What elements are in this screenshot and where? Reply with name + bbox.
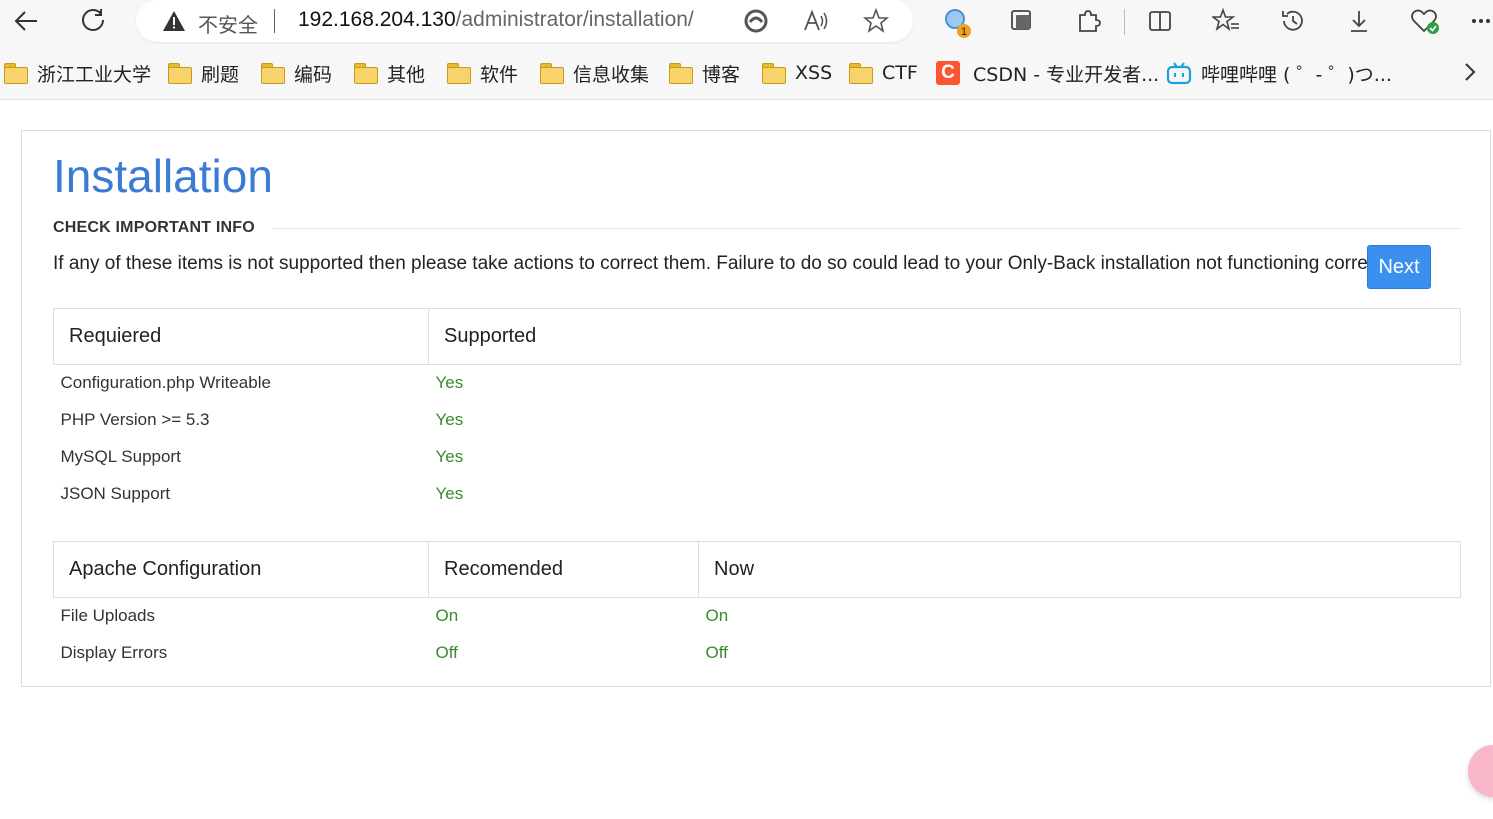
url-path: /administrator/installation/	[455, 8, 694, 31]
table-row: JSON Support Yes	[54, 476, 1461, 513]
warning-icon	[162, 10, 186, 37]
requirement-status: Yes	[435, 447, 464, 466]
folder-icon	[168, 63, 192, 84]
setting-name: File Uploads	[60, 606, 156, 626]
browser-essentials-icon[interactable]	[1407, 3, 1443, 39]
requirement-name: JSON Support	[60, 484, 171, 503]
bookmark-label: 博客	[702, 63, 741, 86]
csdn-icon: C	[936, 61, 960, 85]
recommended-value: On	[435, 606, 459, 626]
requirement-name: Configuration.php Writeable	[60, 373, 271, 393]
folder-icon	[354, 63, 378, 84]
folder-icon	[261, 63, 285, 84]
folder-icon	[762, 63, 786, 84]
url-host: 192.168.204.130	[298, 8, 456, 31]
bookmarks-bar: 浙江工业大学 刷题 编码 其他 软件 信息收集 博客 XSS CTF C CSD…	[0, 44, 1493, 100]
bookmark-item[interactable]: CTF	[849, 61, 918, 85]
table-row: File Uploads On On	[54, 598, 1461, 635]
bookmark-label: 编码	[294, 63, 333, 86]
url-text[interactable]: 192.168.204.130/administrator/installati…	[298, 8, 694, 32]
edge-icon[interactable]	[741, 6, 771, 36]
favorites-icon[interactable]	[1208, 3, 1244, 39]
read-aloud-icon[interactable]	[801, 6, 831, 36]
column-header: Recomended	[428, 541, 699, 598]
bookmark-label: 软件	[480, 63, 519, 86]
column-header: Now	[698, 541, 1461, 598]
table-row: Display Errors Off Off	[54, 635, 1461, 672]
table-row: PHP Version >= 5.3 Yes	[54, 402, 1461, 439]
bookmark-item[interactable]: 信息收集	[540, 61, 650, 86]
address-bar[interactable]: 不安全 192.168.204.130/administrator/instal…	[136, 0, 913, 42]
page-title: Installation	[53, 150, 273, 202]
next-button[interactable]: Next	[1367, 245, 1431, 289]
insecure-label[interactable]: 不安全	[198, 9, 258, 38]
floating-assistant-icon[interactable]	[1468, 745, 1493, 797]
more-menu-icon[interactable]	[1468, 3, 1493, 39]
section-divider	[272, 228, 1460, 229]
collections-icon[interactable]	[1004, 3, 1040, 39]
section-heading: CHECK IMPORTANT INFO	[53, 219, 255, 236]
folder-icon	[849, 63, 873, 84]
table-row: Configuration.php Writeable Yes	[54, 365, 1461, 402]
column-header: Supported	[428, 308, 1461, 365]
bilibili-icon	[1166, 61, 1192, 85]
extension-search-icon[interactable]: 1	[939, 3, 975, 39]
table-header-row: Apache Configuration Recomended Now	[53, 541, 1461, 598]
folder-icon	[447, 63, 471, 84]
setting-name: Display Errors	[60, 643, 168, 662]
bookmark-label: 浙江工业大学	[37, 63, 152, 86]
bookmark-label: 信息收集	[573, 63, 650, 86]
folder-icon	[669, 63, 693, 84]
bookmark-label: CSDN - 专业开发者...	[973, 63, 1160, 86]
bookmark-label: 其他	[387, 63, 426, 86]
recommended-value: Off	[435, 643, 458, 662]
bookmark-item[interactable]: 博客	[669, 61, 741, 86]
bookmark-label: CTF	[882, 62, 918, 84]
column-header: Requiered	[53, 308, 429, 365]
browser-toolbar: 不安全 192.168.204.130/administrator/instal…	[0, 0, 1493, 44]
apache-config-table: Apache Configuration Recomended Now File…	[53, 541, 1461, 672]
requirement-name: MySQL Support	[60, 447, 181, 466]
table-row: MySQL Support Yes	[54, 439, 1461, 476]
extensions-puzzle-icon[interactable]	[1070, 3, 1106, 39]
bookmark-label: 刷题	[201, 63, 240, 86]
favorite-star-icon[interactable]	[861, 6, 891, 36]
refresh-icon[interactable]	[75, 2, 111, 38]
current-value: On	[705, 606, 729, 626]
bookmark-item-bilibili[interactable]: 哔哩哔哩 ( ゜- ゜)つ...	[1166, 61, 1392, 86]
bookmark-item[interactable]: 编码	[261, 61, 333, 86]
address-divider	[274, 9, 275, 33]
folder-icon	[4, 63, 28, 84]
requirement-name: PHP Version >= 5.3	[60, 410, 210, 429]
bookmark-item[interactable]: 软件	[447, 61, 519, 86]
bookmark-item-csdn[interactable]: C CSDN - 专业开发者...	[936, 61, 1160, 86]
installation-panel: Installation CHECK IMPORTANT INFO If any…	[21, 130, 1491, 687]
bookmark-item[interactable]: XSS	[762, 61, 832, 85]
history-icon[interactable]	[1275, 3, 1311, 39]
table-header-row: Requiered Supported	[53, 308, 1461, 365]
current-value: Off	[705, 643, 728, 662]
info-text: If any of these items is not supported t…	[53, 253, 1373, 274]
requirement-status: Yes	[435, 484, 464, 503]
toolbar-divider	[1124, 9, 1125, 35]
back-arrow-icon[interactable]	[8, 3, 44, 39]
requirement-status: Yes	[435, 373, 464, 393]
bookmark-item[interactable]: 其他	[354, 61, 426, 86]
requirements-table: Requiered Supported Configuration.php Wr…	[53, 308, 1461, 513]
bookmark-item[interactable]: 浙江工业大学	[4, 61, 152, 86]
folder-icon	[540, 63, 564, 84]
requirement-status: Yes	[435, 410, 464, 429]
extension-badge: 1	[961, 26, 967, 38]
split-screen-icon[interactable]	[1142, 3, 1178, 39]
chevron-right-icon[interactable]	[1452, 54, 1488, 90]
bookmark-label: XSS	[795, 62, 833, 84]
column-header: Apache Configuration	[53, 541, 429, 598]
bookmark-item[interactable]: 刷题	[168, 61, 240, 86]
downloads-icon[interactable]	[1341, 3, 1377, 39]
bookmark-label: 哔哩哔哩 ( ゜- ゜)つ...	[1201, 63, 1392, 86]
